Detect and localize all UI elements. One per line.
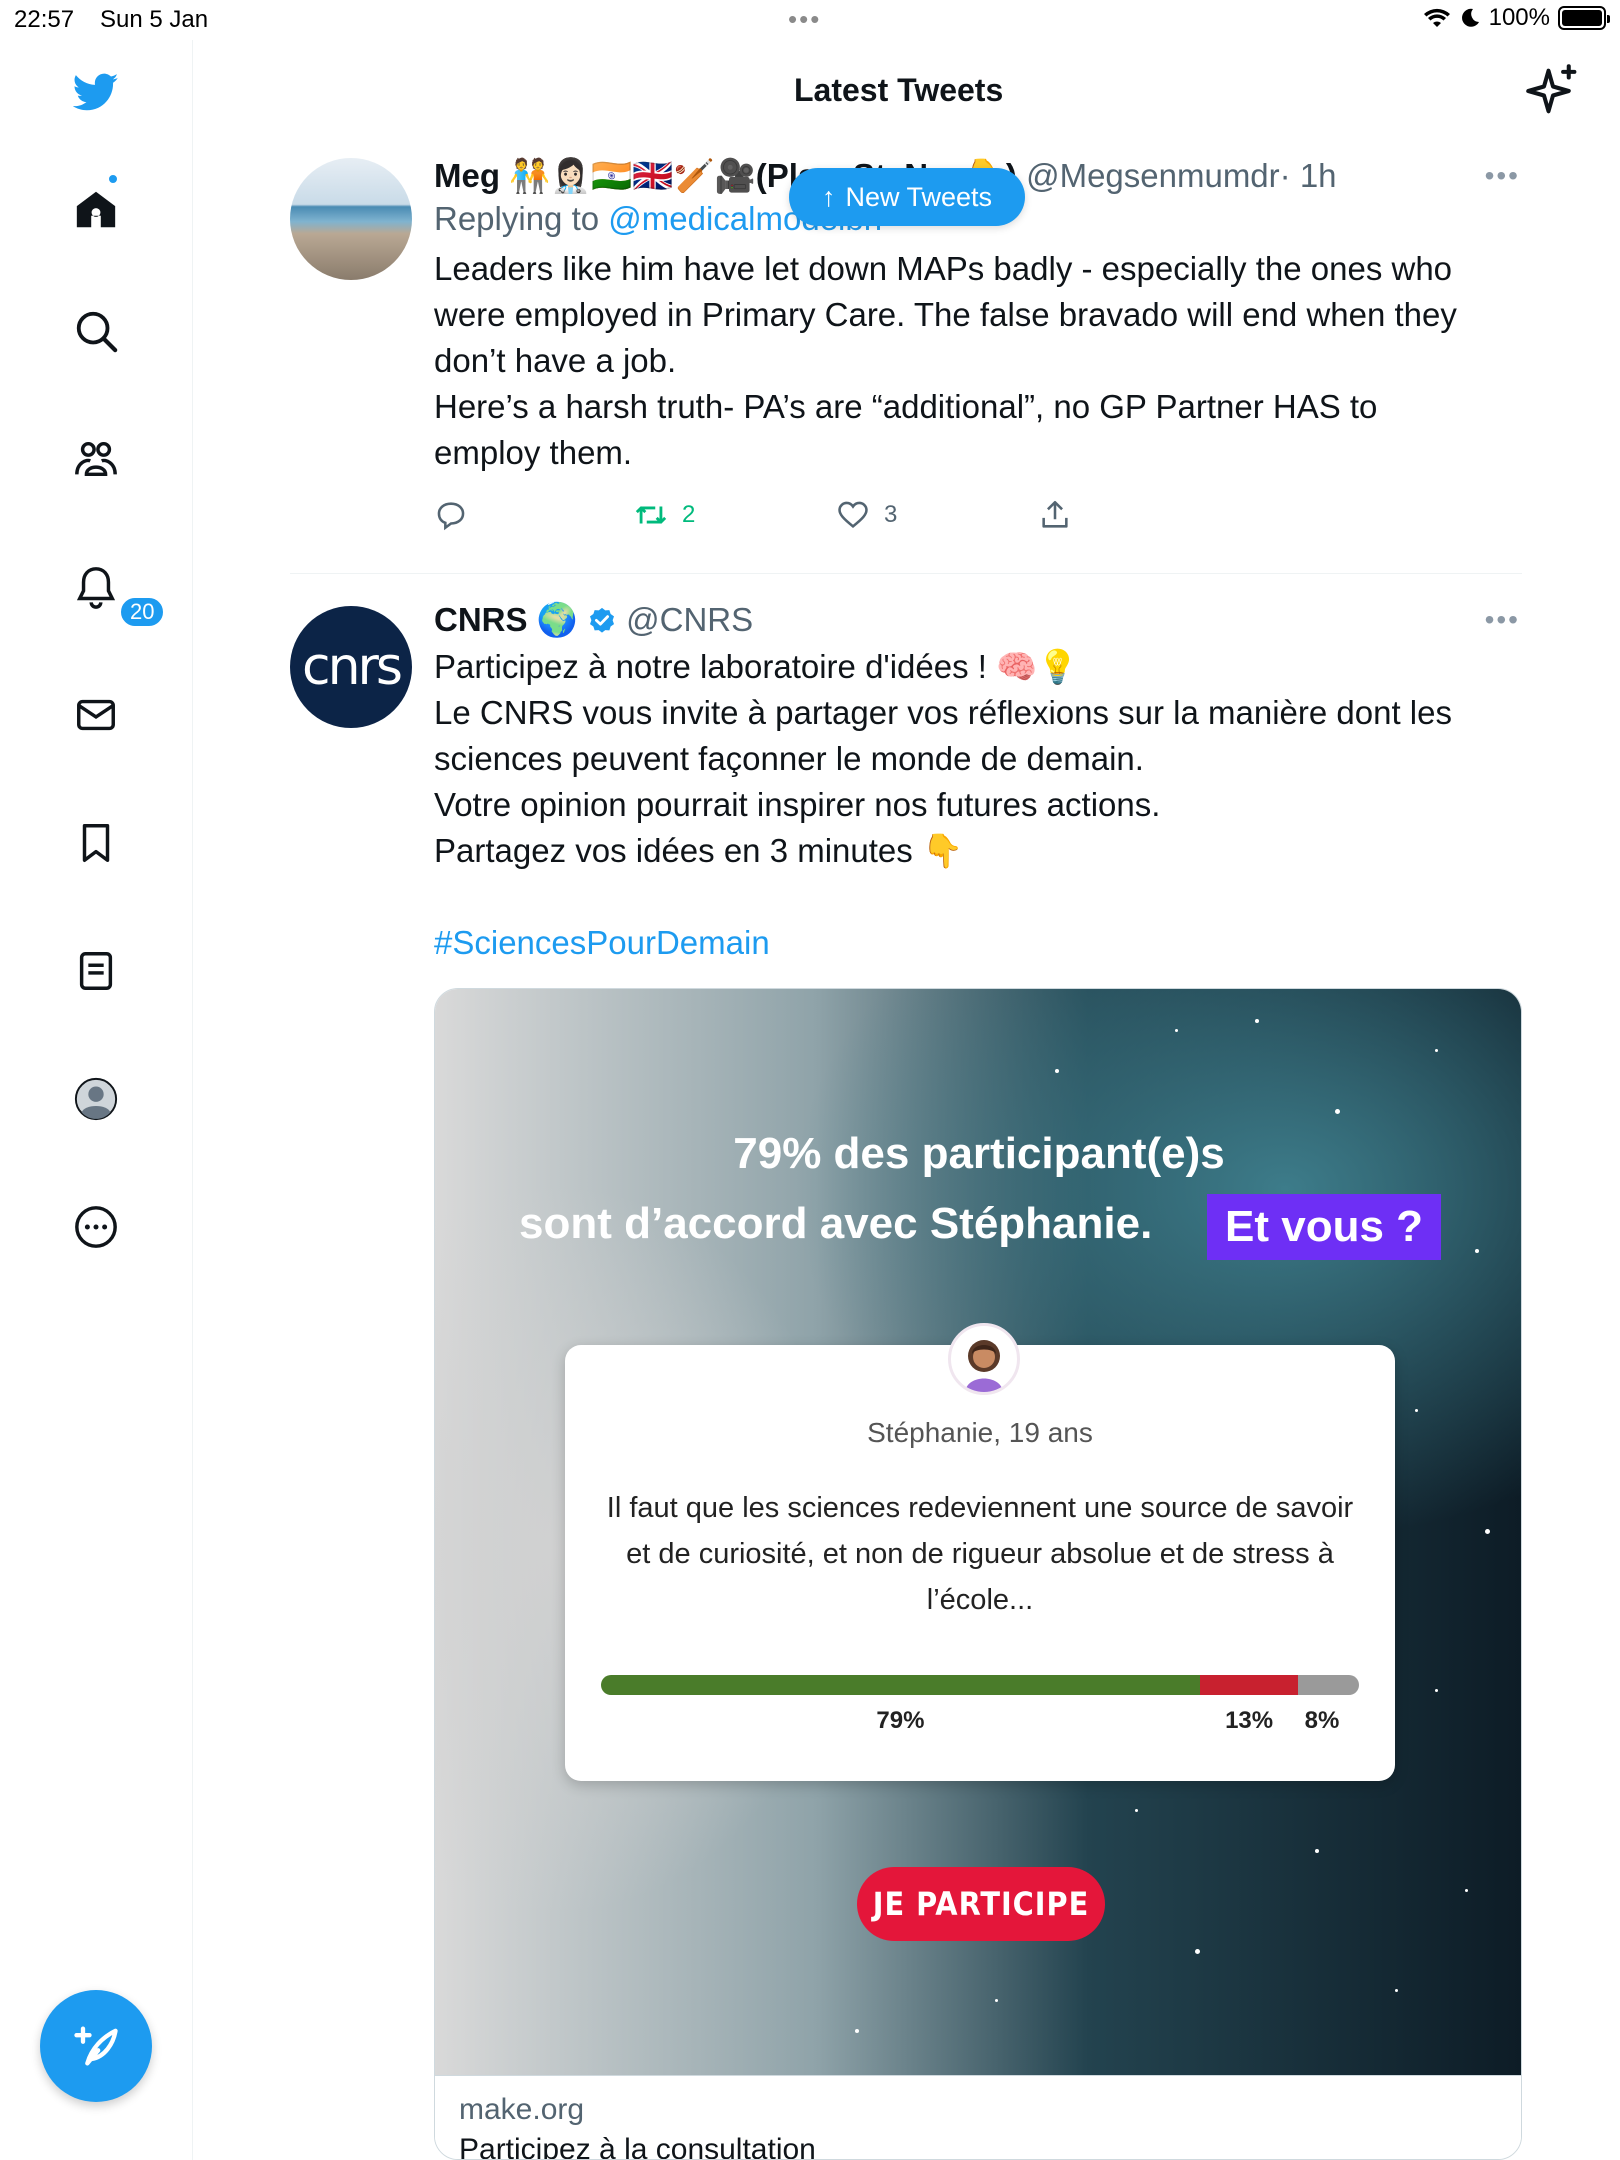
new-tweets-label: New Tweets [845, 181, 993, 212]
share-button[interactable] [1038, 498, 1072, 532]
poll-percent-label: 13% [1225, 1707, 1274, 1734]
verified-badge-icon [589, 607, 614, 633]
timeline-header: Latest Tweets [194, 40, 1620, 140]
tweet-actions: 2 3 [434, 498, 1520, 532]
reply-icon [437, 502, 465, 531]
sparkle-icon[interactable] [1526, 64, 1580, 118]
status-time: 22:57 [14, 6, 75, 33]
status-bar: 22:57 Sun 5 Jan ••• 100% [0, 0, 1620, 40]
new-tweets-button[interactable]: ↑ New Tweets [789, 168, 1025, 226]
like-button[interactable]: 3 [836, 498, 1038, 532]
card-footer[interactable]: make.org Participez à la consultation [435, 2075, 1521, 2160]
persona-avatar-icon [948, 1323, 1020, 1395]
poll-segment [601, 1675, 1200, 1695]
like-count: 3 [884, 501, 898, 528]
persona-name: Stéphanie, 19 ans [867, 1417, 1093, 1448]
battery-percent: 100% [1488, 4, 1550, 31]
card-image[interactable]: 79% des participant(e)s sont d’accord av… [435, 989, 1521, 2075]
page-title: Latest Tweets [794, 72, 1004, 108]
card-headline-line2: sont d’accord avec Stéphanie. [519, 1199, 1153, 1248]
wifi-icon [1423, 8, 1450, 27]
poll-percent-label: 79% [876, 1707, 925, 1734]
card-title: Participez à la consultation [459, 2133, 816, 2160]
author-name[interactable]: CNRS 🌍 [434, 601, 578, 638]
lists-icon[interactable] [64, 939, 128, 1003]
profile-avatar-icon[interactable] [64, 1067, 128, 1131]
sidebar: 20 [0, 40, 193, 2160]
retweet-button[interactable]: 2 [634, 498, 836, 532]
author-handle[interactable]: @Megsenmumdr [1026, 157, 1280, 194]
cnrs-logo-text: cnrs [301, 637, 403, 697]
author-handle[interactable]: @CNRS [626, 601, 753, 638]
retweet-icon [635, 506, 667, 524]
tweet-header: CNRS 🌍 @CNRS [434, 600, 1520, 640]
home-icon[interactable] [64, 178, 128, 242]
poll-segment [1298, 1675, 1359, 1695]
home-notification-dot [107, 173, 119, 185]
heart-icon [838, 501, 868, 528]
tweet-more-icon[interactable]: ••• [1485, 160, 1520, 192]
twitter-logo-icon[interactable] [64, 60, 128, 124]
bookmarks-icon[interactable] [64, 811, 128, 875]
quote-card: Stéphanie, 19 ans Il faut que les scienc… [565, 1323, 1395, 1781]
moon-icon [1461, 8, 1479, 27]
card-highlight: Et vous ? [1207, 1194, 1442, 1260]
avatar[interactable] [290, 158, 412, 280]
search-icon[interactable] [64, 299, 128, 363]
reply-button[interactable] [434, 498, 634, 532]
battery-icon [1558, 6, 1610, 30]
avatar[interactable]: cnrs [290, 606, 412, 728]
participate-button[interactable]: JE PARTICIPE [857, 1867, 1105, 1941]
replying-prefix: Replying to [434, 200, 600, 237]
share-icon [1042, 500, 1068, 528]
hashtag-link[interactable]: #SciencesPourDemain [434, 920, 1520, 966]
poll-segment [1199, 1675, 1299, 1695]
status-right: 100% [1423, 4, 1610, 32]
card-headline-line1: 79% des participant(e)s [733, 1129, 1225, 1178]
compose-feather-icon [74, 2026, 118, 2066]
tweet-time: · 1h [1279, 157, 1337, 194]
poll-percent-label: 8% [1304, 1707, 1340, 1734]
communities-icon[interactable] [64, 427, 128, 491]
tweet-more-icon[interactable]: ••• [1485, 604, 1520, 636]
compose-tweet-button[interactable] [40, 1990, 152, 2102]
card-domain: make.org [459, 2093, 585, 2126]
tweet-text: Participez à notre laboratoire d'idées !… [434, 648, 1452, 869]
persona-quote: Il faut que les sciences redeviennent un… [606, 1492, 1354, 1616]
notification-count-badge: 20 [118, 595, 167, 629]
status-date: Sun 5 Jan [100, 6, 209, 33]
more-options-icon[interactable] [64, 1195, 128, 1259]
messages-icon[interactable] [64, 683, 128, 747]
retweet-count: 2 [682, 501, 696, 528]
link-card[interactable]: 79% des participant(e)s sont d’accord av… [434, 988, 1522, 2160]
tweet-text: Leaders like him have let down MAPs badl… [434, 250, 1457, 471]
multitasking-dots-icon[interactable]: ••• [788, 4, 821, 35]
poll-bar [601, 1675, 1359, 1695]
arrow-up-icon: ↑ [821, 181, 836, 212]
tweet-divider [290, 573, 1522, 574]
